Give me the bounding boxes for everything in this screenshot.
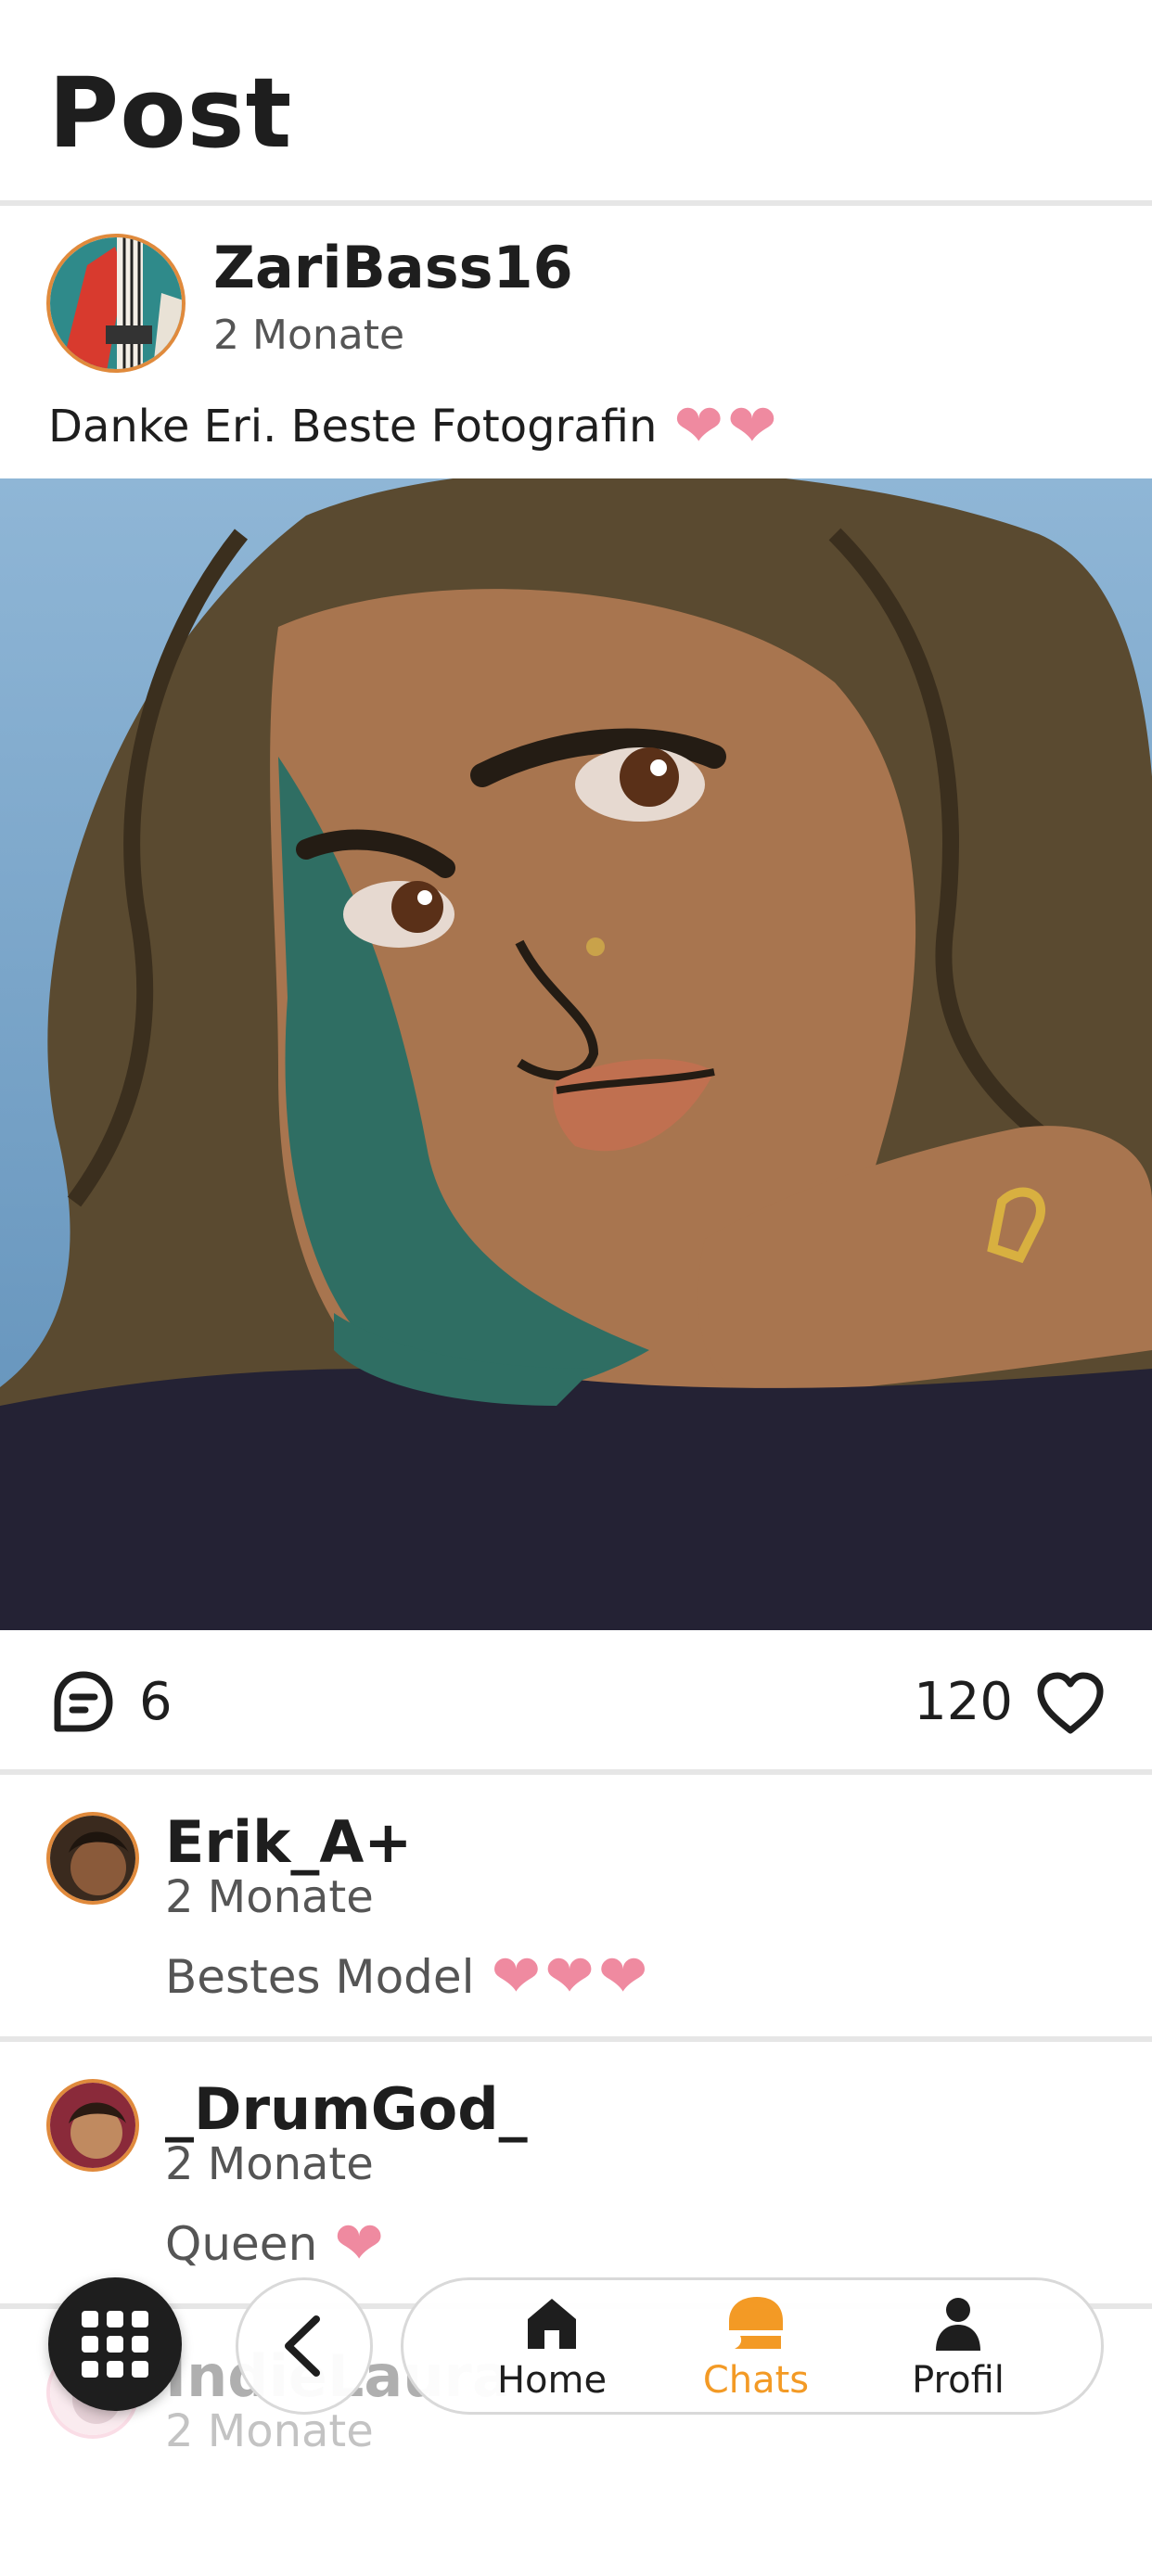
comment-item: _DrumGod_ 2 Monate Queen ❤	[0, 2042, 1152, 2309]
bottom-navigation: Home Chats Profil	[401, 2277, 1104, 2415]
nav-label: Chats	[702, 2359, 810, 2402]
heart-icon[interactable]	[1035, 1671, 1106, 1740]
like-count: 120	[914, 1672, 1013, 1732]
avatar[interactable]	[46, 234, 186, 373]
comment-text: Queen ❤	[165, 2214, 384, 2274]
post-stats: 6 120	[0, 1630, 1152, 1775]
heart-emoji-icon: ❤	[597, 1943, 648, 2011]
heart-emoji-icon: ❤	[673, 392, 724, 461]
heart-emoji-icon: ❤	[727, 392, 777, 461]
page-title: Post	[48, 57, 293, 170]
comment-time: 2 Monate	[165, 1871, 374, 1923]
comment-count: 6	[139, 1672, 173, 1732]
grid-icon	[82, 2311, 148, 2378]
comment-item: Erik_A+ 2 Monate Bestes Model ❤ ❤ ❤	[0, 1775, 1152, 2042]
caption-text: Danke Eri. Beste Fotografin	[48, 401, 658, 453]
comment-text: Bestes Model ❤ ❤ ❤	[165, 1947, 647, 2007]
avatar[interactable]	[46, 2079, 139, 2172]
nav-label: Home	[496, 2359, 608, 2402]
header: Post	[0, 0, 1152, 206]
heart-emoji-icon: ❤	[544, 1943, 595, 2011]
comment-icon[interactable]	[48, 1667, 119, 1741]
nav-item-chats[interactable]: Chats	[672, 2293, 839, 2399]
nav-item-profile[interactable]: Profil	[875, 2293, 1042, 2399]
comment-body: Bestes Model	[165, 1950, 475, 2004]
person-icon	[936, 2298, 980, 2351]
app-grid-button[interactable]	[48, 2277, 182, 2411]
comment-time: 2 Monate	[165, 2405, 374, 2457]
comment-time: 2 Monate	[165, 2138, 374, 2190]
post-image[interactable]	[0, 478, 1152, 1630]
comment-username[interactable]: _DrumGod_	[165, 2081, 528, 2138]
chevron-left-icon	[285, 2315, 320, 2377]
post-caption: Danke Eri. Beste Fotografin ❤ ❤	[48, 397, 777, 456]
avatar[interactable]	[46, 1812, 139, 1905]
heart-emoji-icon: ❤	[491, 1943, 542, 2011]
comment-body: Queen	[165, 2217, 318, 2271]
post-time: 2 Monate	[213, 312, 405, 359]
nav-item-home[interactable]: Home	[468, 2293, 635, 2399]
chat-icon	[729, 2297, 783, 2349]
home-icon	[528, 2299, 576, 2349]
post-username[interactable]: ZariBass16	[213, 239, 573, 297]
post-header: ZariBass16 2 Monate Danke Eri. Beste Fot…	[0, 206, 1152, 478]
comment-username[interactable]: Erik_A+	[165, 1814, 412, 1871]
back-button[interactable]	[236, 2277, 373, 2415]
nav-label: Profil	[912, 2359, 1005, 2402]
heart-emoji-icon: ❤	[334, 2210, 384, 2278]
